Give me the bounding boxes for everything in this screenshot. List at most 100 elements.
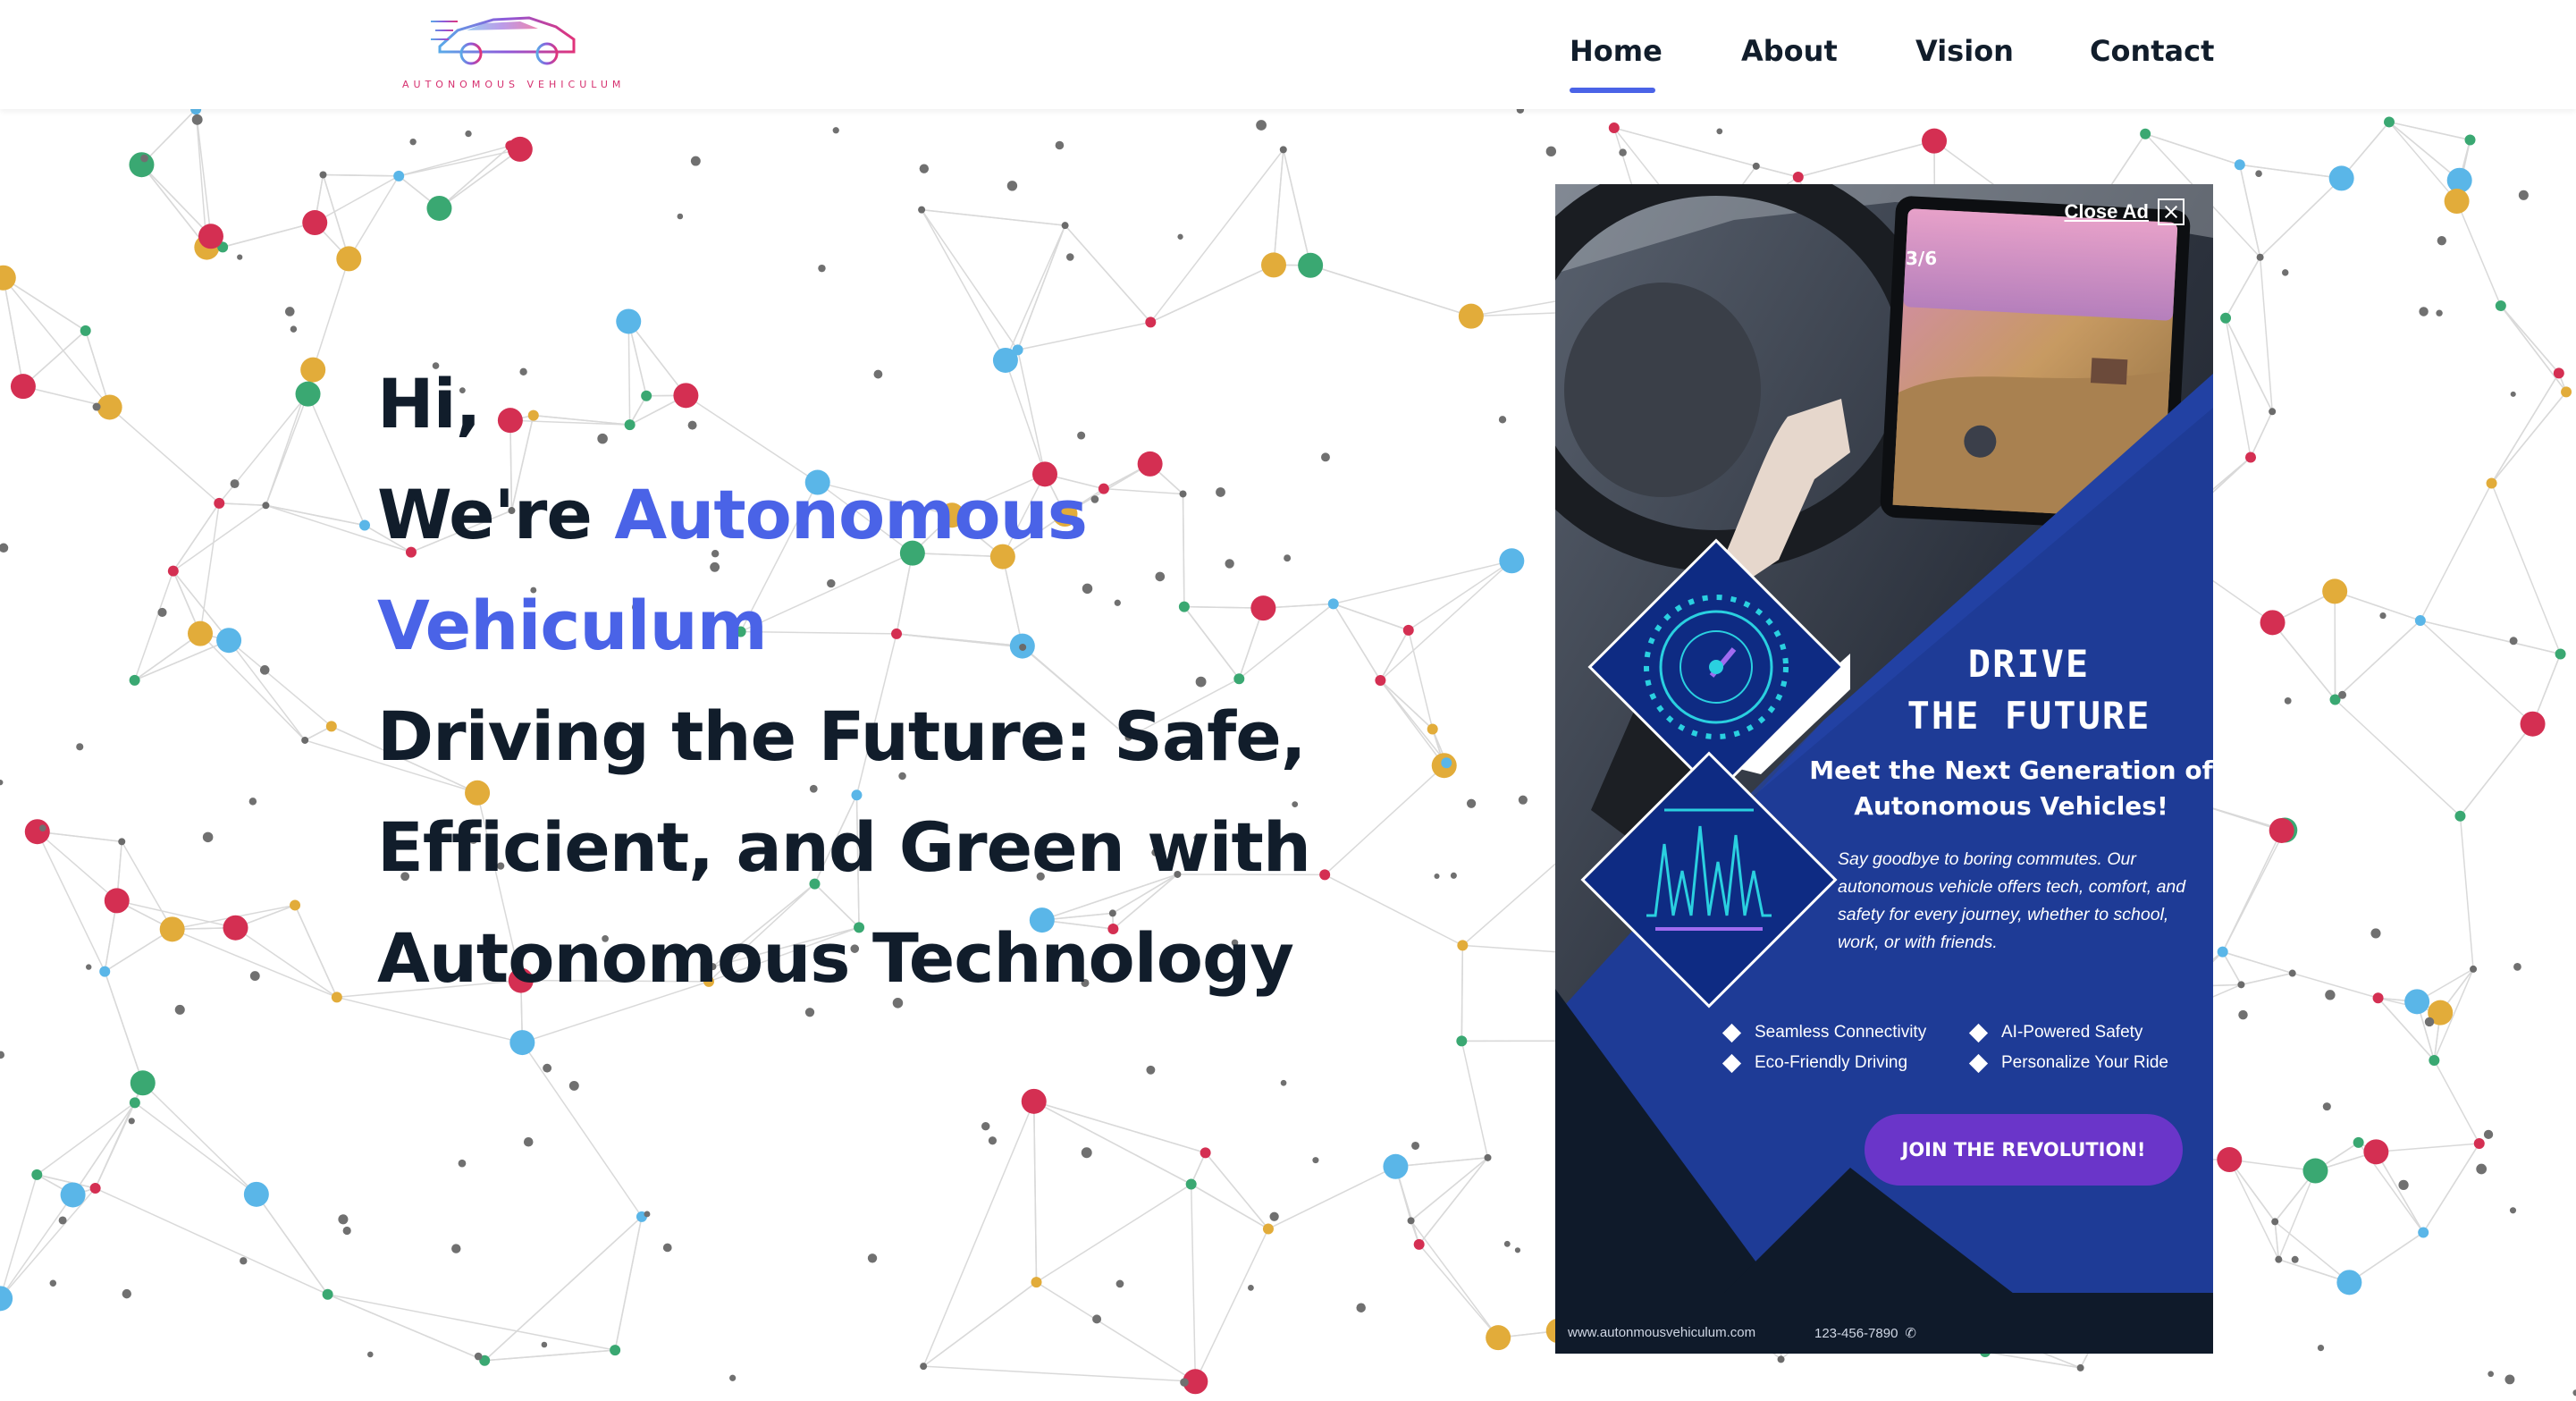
network-edge xyxy=(265,504,366,527)
brand-logo[interactable]: AUTONOMOUS VEHICULUM xyxy=(395,0,620,98)
network-dot xyxy=(2509,637,2518,646)
network-dot xyxy=(1450,872,1457,879)
network-node xyxy=(1752,162,1760,170)
network-node xyxy=(129,674,140,686)
nav-vision[interactable]: Vision xyxy=(1915,34,2014,68)
network-dot xyxy=(174,1004,185,1015)
network-node xyxy=(2418,1227,2429,1238)
network-node xyxy=(2561,386,2572,398)
network-edge xyxy=(140,164,207,249)
ad-phone: 123-456-7890 ✆ xyxy=(1814,1325,1916,1342)
network-dot xyxy=(2317,1344,2325,1352)
network-dot xyxy=(191,114,203,125)
ad-screen-counter: 3/6 xyxy=(1906,248,1937,269)
network-node xyxy=(300,357,326,383)
network-edge xyxy=(228,639,333,727)
network-edge xyxy=(37,831,118,901)
network-dot xyxy=(1146,1065,1156,1075)
network-node xyxy=(1260,252,1286,278)
hero-heading: Hi, We're Autonomous Vehiculum Driving t… xyxy=(377,349,1378,1014)
network-dot xyxy=(92,402,101,411)
network-edge xyxy=(1017,321,1151,351)
network-node xyxy=(1777,1355,1785,1363)
network-node xyxy=(198,224,223,249)
network-edge xyxy=(2241,972,2293,986)
network-node xyxy=(1441,757,1452,769)
network-node xyxy=(97,394,122,420)
network-edge xyxy=(2433,1059,2480,1144)
network-node xyxy=(2383,116,2395,128)
network-edge xyxy=(1149,148,1284,323)
ad-phone-number: 123-456-7890 xyxy=(1814,1325,1898,1341)
network-edge xyxy=(172,928,338,999)
network-dot xyxy=(1055,140,1065,150)
network-node xyxy=(223,915,248,941)
network-node xyxy=(2429,1054,2440,1066)
network-edge xyxy=(2348,1231,2424,1283)
nav-about[interactable]: About xyxy=(1741,34,1838,68)
network-node xyxy=(331,992,342,1003)
network-edge xyxy=(2271,621,2336,700)
network-node xyxy=(2336,1270,2362,1296)
network-dot xyxy=(240,1257,248,1265)
network-dot xyxy=(2572,1389,2576,1397)
network-dot xyxy=(2424,1017,2435,1027)
network-node xyxy=(243,1181,269,1207)
nav-contact[interactable]: Contact xyxy=(2090,34,2214,68)
network-edge xyxy=(1191,1183,1269,1230)
network-edge xyxy=(1205,1152,1269,1229)
hero-intro-line: We're Autonomous xyxy=(377,460,1378,570)
network-node xyxy=(1200,1147,1211,1159)
network-node xyxy=(104,888,130,914)
network-dot xyxy=(2518,190,2529,200)
network-node xyxy=(2322,578,2348,604)
network-edge xyxy=(1613,127,1756,167)
network-dot xyxy=(1248,1284,1254,1291)
network-edge xyxy=(314,175,400,224)
nav-home[interactable]: Home xyxy=(1570,34,1663,68)
network-edge xyxy=(2277,1170,2317,1260)
network-dot xyxy=(543,1063,552,1073)
network-node xyxy=(1298,252,1324,278)
network-node xyxy=(2076,1363,2084,1371)
join-revolution-button[interactable]: JOIN THE REVOLUTION! xyxy=(1865,1114,2183,1186)
network-edge xyxy=(1267,1166,1396,1230)
network-edge xyxy=(0,1187,97,1299)
network-dot xyxy=(458,1159,467,1168)
network-edge xyxy=(1273,149,1284,266)
network-edge xyxy=(348,175,400,259)
network-dot xyxy=(259,665,270,675)
network-dot xyxy=(409,138,417,146)
network-dot xyxy=(1514,1247,1521,1253)
close-ad-button[interactable]: Close Ad xyxy=(2064,198,2185,225)
network-node xyxy=(2288,969,2296,977)
network-dot xyxy=(2488,1371,2494,1378)
network-node xyxy=(129,1097,140,1109)
network-dot xyxy=(2284,697,2292,705)
network-node xyxy=(1608,122,1620,134)
network-edge xyxy=(2228,1159,2279,1260)
network-dot xyxy=(230,479,240,489)
network-edge xyxy=(921,209,1019,350)
network-node xyxy=(1486,1325,1511,1351)
network-dot xyxy=(729,1374,737,1381)
network-edge xyxy=(2376,1143,2479,1153)
network-dot xyxy=(2322,1102,2331,1111)
network-node xyxy=(302,210,328,236)
network-edge xyxy=(2455,200,2502,307)
network-edge xyxy=(37,831,122,843)
ad-headline-line1: DRIVE xyxy=(1967,642,2091,686)
close-x-icon xyxy=(2158,198,2185,225)
network-node xyxy=(2217,1147,2243,1173)
network-node xyxy=(130,1070,156,1096)
network-node xyxy=(2220,312,2232,324)
network-node xyxy=(1407,1217,1415,1225)
network-dot xyxy=(1411,1141,1420,1150)
network-node xyxy=(301,736,309,744)
network-node xyxy=(1279,146,1287,154)
network-dot xyxy=(1081,1147,1092,1159)
network-dot xyxy=(2291,1255,2299,1263)
network-edge xyxy=(922,1101,1035,1367)
network-dot xyxy=(1065,253,1074,261)
ad-panel[interactable]: 3/6 Close Ad DRIVE THE FUTURE Meet the N… xyxy=(1555,184,2213,1354)
